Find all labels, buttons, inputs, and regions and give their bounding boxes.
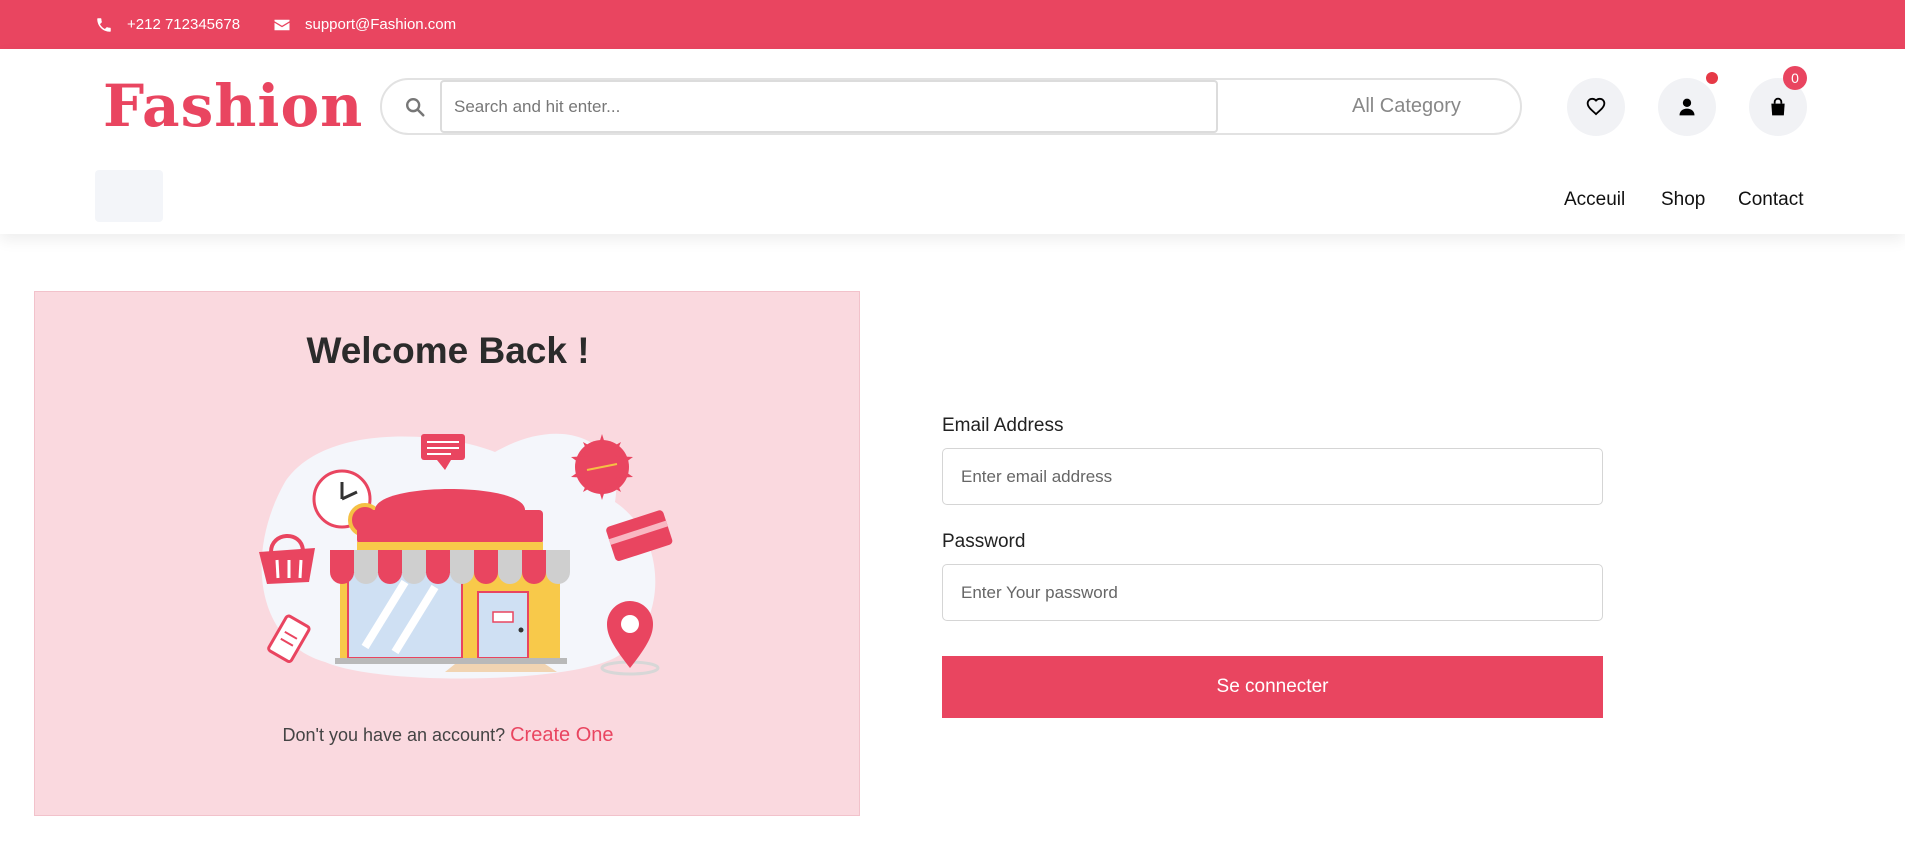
categories-toggle-button[interactable] [95, 170, 163, 222]
notification-dot [1706, 72, 1718, 84]
shopping-bag-icon [1771, 97, 1785, 116]
search-bar: All Category [380, 78, 1522, 135]
category-select[interactable]: All Category [1352, 80, 1461, 133]
account-button[interactable] [1658, 78, 1716, 136]
email-contact[interactable]: support@Fashion.com [273, 0, 456, 49]
phone-contact[interactable]: +212 712345678 [95, 0, 240, 49]
top-contact-bar: +212 712345678 support@Fashion.com [0, 0, 1905, 49]
login-submit-button[interactable]: Se connecter [942, 656, 1603, 718]
email-field[interactable] [942, 448, 1603, 505]
email-label: Email Address [942, 415, 1064, 436]
envelope-icon [274, 19, 290, 30]
wishlist-button[interactable] [1567, 78, 1625, 136]
cart-count-badge: 0 [1783, 66, 1807, 90]
no-account-text: Don't you have an account? [282, 725, 506, 745]
welcome-panel: Welcome Back ! Don't you have an account… [34, 291, 860, 816]
nav-item-acceuil[interactable]: Acceuil [1564, 189, 1625, 211]
site-logo[interactable]: Fashion [103, 72, 363, 140]
create-account-link[interactable]: Create One [510, 724, 613, 746]
phone-number: +212 712345678 [127, 16, 241, 33]
nav-item-contact[interactable]: Contact [1738, 189, 1803, 211]
site-header: Fashion All Category 0 Acceuil Shop Cont… [0, 49, 1905, 234]
search-input[interactable] [440, 80, 1218, 133]
nav-item-shop[interactable]: Shop [1661, 189, 1705, 211]
password-label: Password [942, 531, 1026, 552]
support-email: support@Fashion.com [305, 16, 457, 33]
heart-icon [1586, 97, 1606, 116]
user-icon [1679, 98, 1695, 116]
welcome-title: Welcome Back ! [306, 330, 590, 371]
password-field[interactable] [942, 564, 1603, 621]
search-icon[interactable] [404, 96, 426, 118]
storefront-illustration [259, 433, 673, 679]
phone-icon [97, 17, 111, 32]
signup-prompt: Don't you have an account? Create One [35, 724, 861, 747]
